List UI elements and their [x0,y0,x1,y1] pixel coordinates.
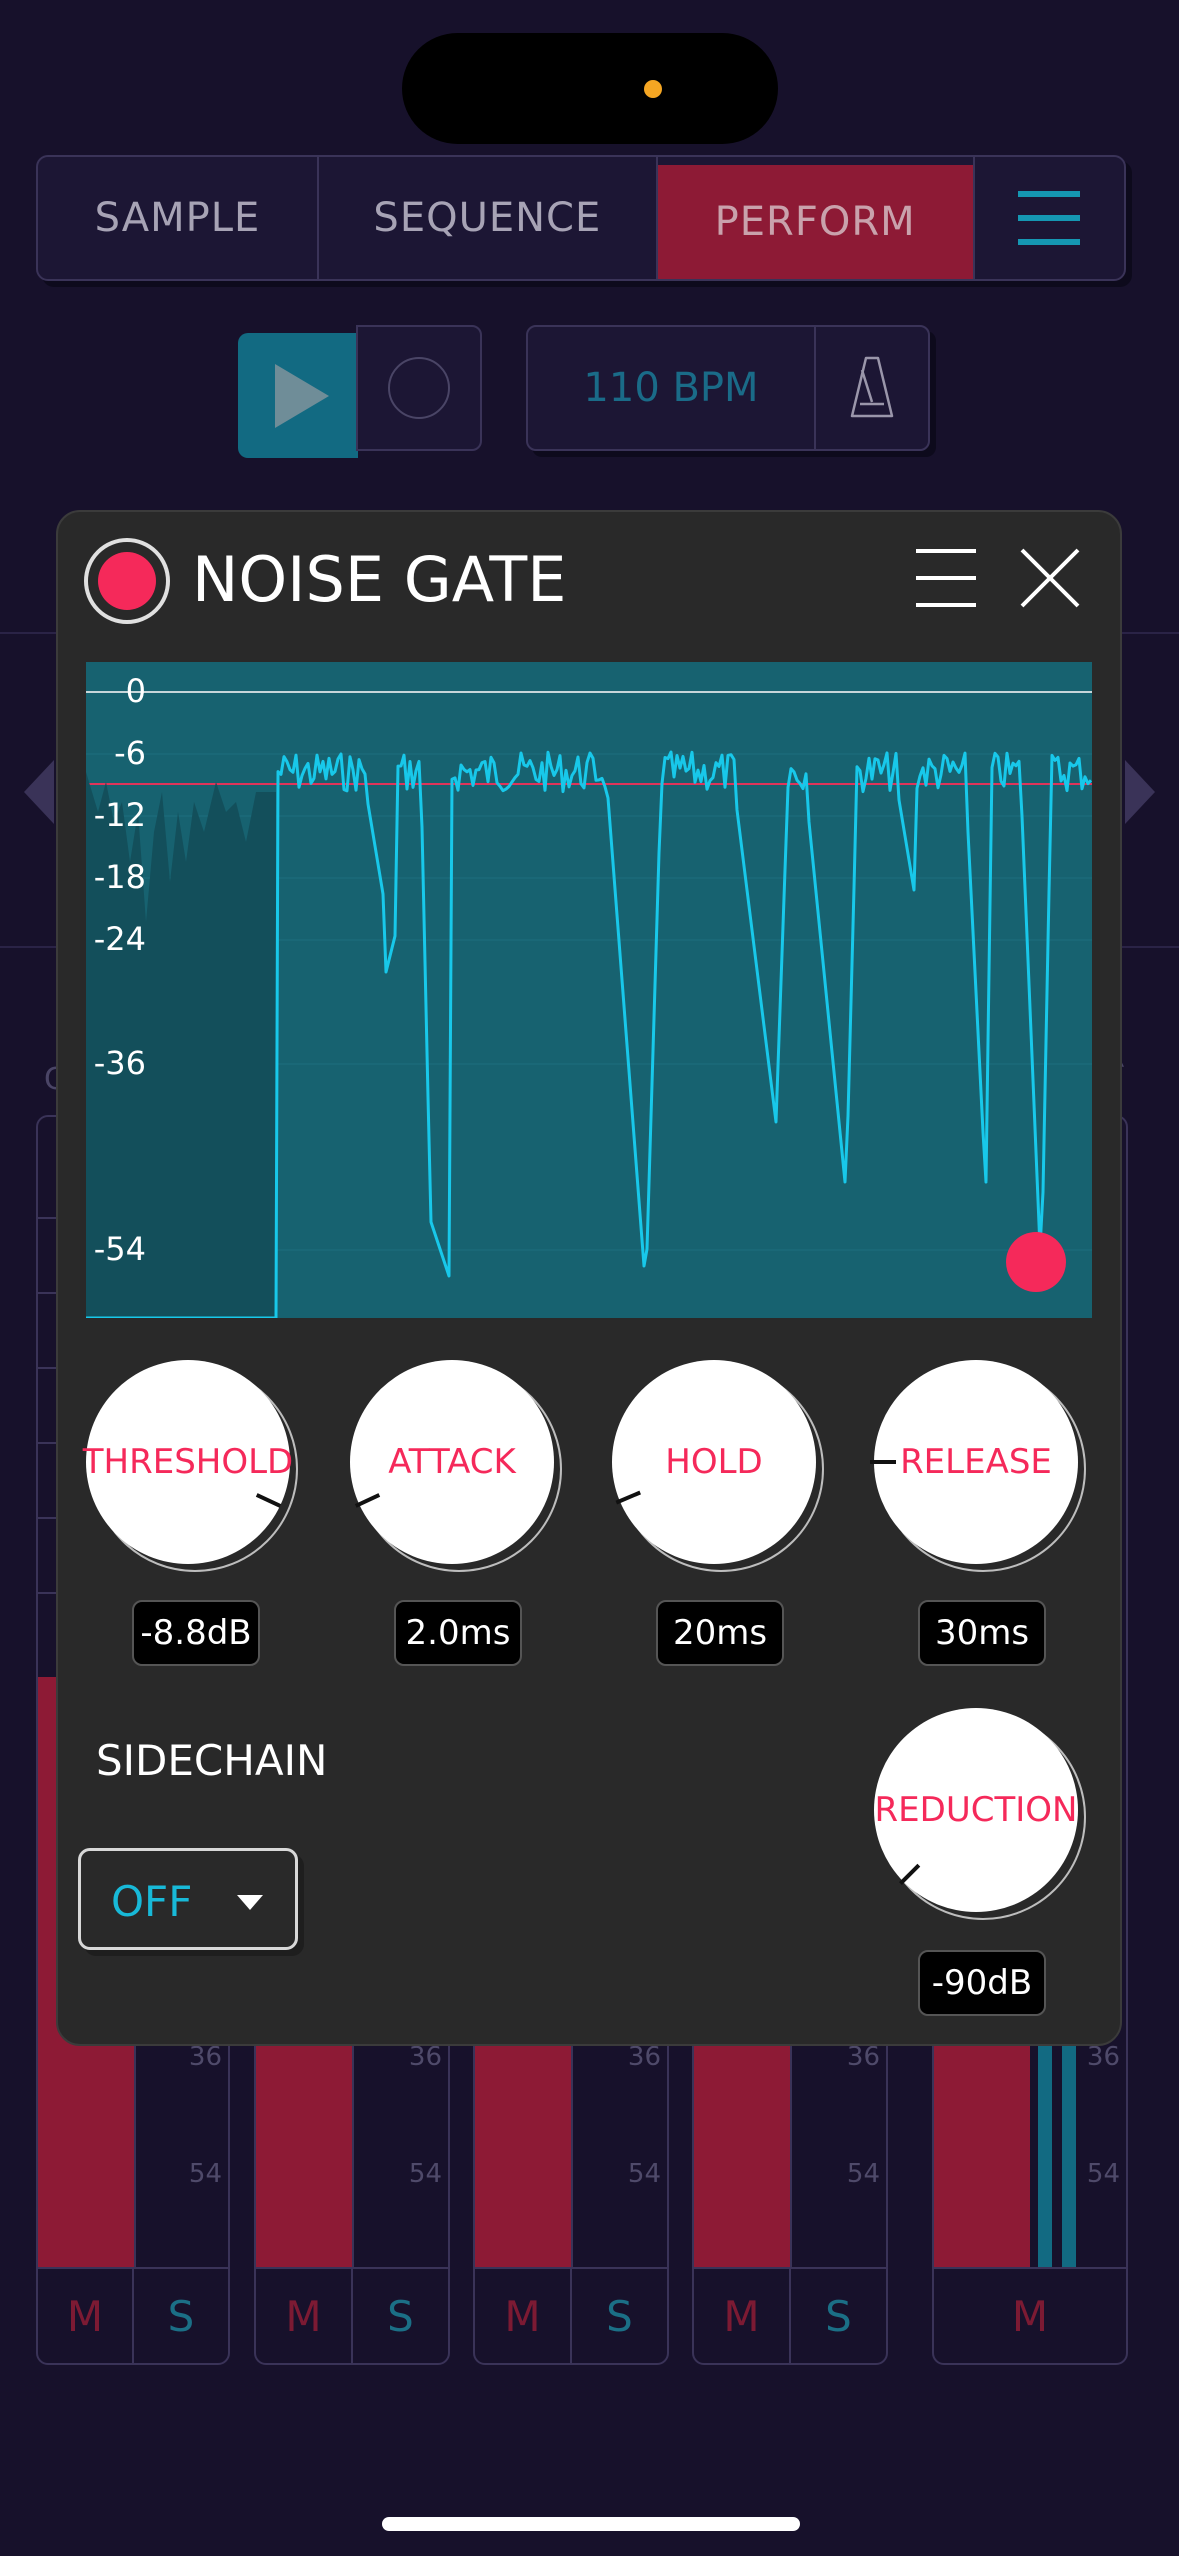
fader-level[interactable] [475,2027,571,2267]
knob-label: REDUCTION [874,1790,1078,1830]
fader-level[interactable] [934,2027,1030,2267]
reduction-value[interactable]: -90dB [918,1950,1046,2016]
mute-button[interactable]: M [256,2269,351,2363]
solo-button[interactable]: S [570,2269,667,2363]
db-label: -54 [93,1230,146,1268]
fader-level[interactable] [256,2027,352,2267]
record-icon [388,357,450,419]
bpm-button[interactable]: 110 BPM [528,327,816,449]
knob-label: ATTACK [388,1442,516,1482]
enable-toggle[interactable] [84,538,170,624]
sidechain-dropdown[interactable]: OFF [78,1848,298,1950]
knob-label: THRESHOLD [82,1442,294,1482]
metronome-icon [850,356,894,418]
close-icon [1020,548,1080,608]
mode-tabs: SAMPLE SEQUENCE PERFORM [36,155,1126,281]
solo-button[interactable]: S [351,2269,448,2363]
previous-page-arrow-icon[interactable] [24,760,54,824]
threshold-value[interactable]: -8.8dB [132,1600,260,1666]
solo-button[interactable]: S [132,2269,228,2363]
release-value[interactable]: 30ms [918,1600,1046,1666]
home-indicator[interactable] [382,2517,800,2531]
hold-value[interactable]: 20ms [656,1600,784,1666]
knob-label: RELEASE [900,1442,1052,1482]
tempo-control: 110 BPM [526,325,930,451]
sidechain-value: OFF [111,1877,193,1926]
tab-sample[interactable]: SAMPLE [38,157,319,279]
reduction-knob[interactable]: REDUCTION [874,1708,1086,1920]
caret-down-icon [237,1895,263,1910]
close-button[interactable] [1018,546,1082,610]
power-toggle-icon [98,552,156,610]
next-page-arrow-icon[interactable] [1125,760,1155,824]
release-knob[interactable]: RELEASE [870,1360,1086,1572]
sidechain-label: SIDECHAIN [96,1736,328,1785]
record-dot-icon[interactable] [1006,1232,1066,1292]
record-button[interactable] [356,325,482,451]
hold-knob[interactable]: HOLD [612,1360,824,1572]
tab-perform[interactable]: PERFORM [657,165,973,279]
db-label: -12 [93,796,146,834]
db-label: 0 [125,672,146,710]
knob-label: HOLD [665,1442,763,1482]
panel-menu-button[interactable] [916,549,976,607]
fader-level[interactable] [694,2027,790,2267]
db-label: -36 [93,1044,146,1082]
mute-button[interactable]: M [38,2269,132,2363]
mute-button[interactable]: M [934,2269,1126,2363]
solo-button[interactable]: S [789,2269,886,2363]
metronome-button[interactable] [816,327,928,449]
dynamic-island [402,33,778,144]
attack-value[interactable]: 2.0ms [394,1600,522,1666]
main-menu-button[interactable] [972,157,1124,279]
privacy-indicator-dot [644,80,662,98]
mute-button[interactable]: M [475,2269,570,2363]
mute-button[interactable]: M [694,2269,789,2363]
play-icon [275,363,329,428]
attack-knob[interactable]: ATTACK [350,1360,562,1572]
db-label: -24 [93,920,146,958]
waveform-graph [86,691,1092,1318]
play-button[interactable] [238,333,358,458]
db-label: -18 [93,858,146,896]
hamburger-icon [1018,191,1081,245]
gate-waveform-display[interactable]: 0 -6 -12 -18 -24 -36 -54 [86,662,1092,1318]
panel-title: NOISE GATE [192,543,567,616]
threshold-knob[interactable]: THRESHOLD [82,1360,298,1572]
db-label: -6 [114,734,146,772]
tab-sequence[interactable]: SEQUENCE [319,157,658,279]
